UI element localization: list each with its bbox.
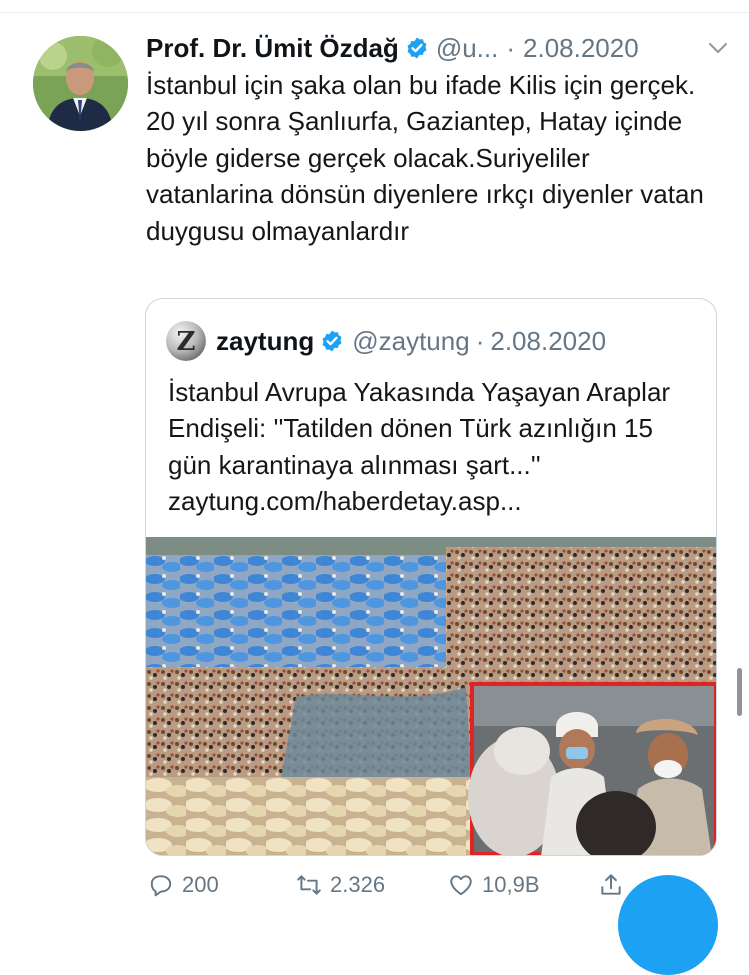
share-button[interactable] [598,872,632,898]
quoted-tweet-image[interactable] [146,537,716,855]
quoted-tweet-card[interactable]: Z zaytung @zaytung · 2.08.2020 İstanbul … [145,298,717,856]
verified-badge-icon [322,330,342,352]
header-separator: · [506,32,516,63]
chevron-down-icon[interactable] [706,36,730,60]
tweet-date[interactable]: 2.08.2020 [523,33,639,64]
zaytung-logo-letter: Z [177,327,196,357]
quoted-header-separator: · [475,325,485,356]
share-icon [601,874,621,895]
quoted-tweet-header: Z zaytung @zaytung · 2.08.2020 [166,321,606,361]
retweet-button[interactable]: 2.326 [296,872,385,898]
quoted-author-name[interactable]: zaytung [216,326,314,357]
author-name[interactable]: Prof. Dr. Ümit Özdağ [146,33,399,64]
beach-crowd-photo [146,537,716,855]
quoted-author-avatar[interactable]: Z [166,321,206,361]
scrollbar[interactable] [737,668,742,716]
quoted-author-handle[interactable]: @zaytung [352,326,469,357]
top-divider [0,12,749,13]
author-handle[interactable]: @u... [436,33,499,64]
like-button[interactable]: 10,9B [448,872,540,898]
author-avatar[interactable] [33,36,128,131]
reply-button[interactable]: 200 [148,872,219,898]
quoted-tweet-text: İstanbul Avrupa Yakasında Yaşayan Arapla… [168,377,671,517]
author-avatar-image [33,36,128,131]
reply-icon [150,875,172,897]
zaytung-logo: Z [166,321,206,361]
quoted-tweet-date[interactable]: 2.08.2020 [490,326,606,357]
retweet-count: 2.326 [330,872,386,897]
retweet-icon [297,875,321,895]
like-count: 10,9B [482,872,540,897]
heart-icon [450,875,472,896]
compose-tweet-button[interactable] [618,875,718,975]
verified-badge-icon [407,37,427,59]
reply-count: 200 [182,872,219,897]
tweet-header: Prof. Dr. Ümit Özdağ @u... · 2.08.2020 [146,30,736,66]
tweet-text: İstanbul için şaka olan bu ifade Kilis i… [146,70,704,246]
